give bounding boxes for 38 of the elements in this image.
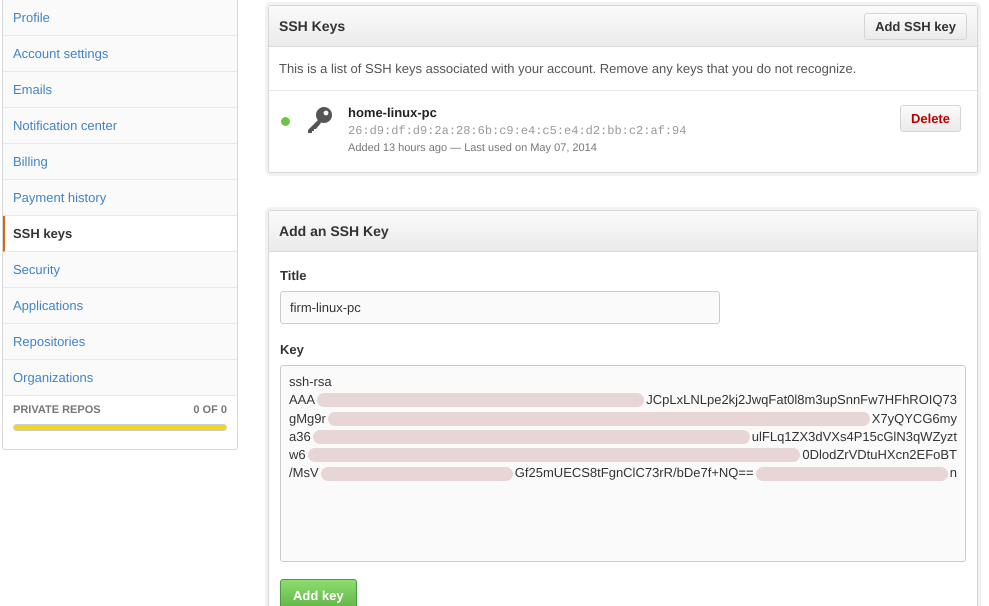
sidebar-item[interactable]: Profile bbox=[3, 0, 237, 36]
sidebar-item[interactable]: Billing bbox=[3, 144, 237, 180]
title-label: Title bbox=[280, 268, 308, 283]
private-repos-count: 0 OF 0 bbox=[193, 404, 227, 416]
key-name: home-linux-pc bbox=[348, 105, 438, 120]
sidebar-item[interactable]: Notification center bbox=[3, 108, 237, 144]
sidebar-item[interactable]: SSH keys bbox=[3, 216, 237, 252]
sidebar-item[interactable]: Emails bbox=[3, 72, 237, 108]
key-text: AAA bbox=[289, 391, 316, 410]
key-text: X7yQYCG6my bbox=[872, 410, 957, 428]
key-text: JCpLxLNLpe2kj2JwqFat0l8m3upSnnFw7HFhROIQ73 bbox=[646, 391, 957, 410]
key-text: n bbox=[950, 464, 957, 482]
add-ssh-key-button[interactable]: Add SSH key bbox=[864, 12, 967, 40]
key-field[interactable]: ssh-rsa AAA JCpLxLNLpe2kj2JwqFat0l8m3upSnnFw7HFhROIQ73 gMg9r X7yQYCG6my a36 ulFLq1ZX3dVXs4P15cGlN3qWZyzt w6 0DlodZrVDtuHXcn2EFoBT /MsV Gf25mUECS8tFgnClC73rR/bDe7f+NQ== n bbox=[280, 365, 966, 562]
key-fingerprint: 26:d9:df:d9:2a:28:6b:c9:e4:c5:e4:d2:bb:c2:af:94 bbox=[348, 124, 688, 138]
sidebar-item[interactable]: Applications bbox=[3, 288, 237, 324]
title-field[interactable]: firm-linux-pc bbox=[280, 291, 720, 324]
sidebar-item[interactable]: Payment history bbox=[3, 180, 237, 216]
key-text: ssh-rsa bbox=[289, 373, 332, 391]
sidebar-item[interactable]: Repositories bbox=[3, 324, 237, 360]
delete-button[interactable]: Delete bbox=[900, 105, 961, 132]
key-meta: Added 13 hours ago — Last used on May 07, 2014 bbox=[348, 142, 598, 154]
key-text: /MsV bbox=[289, 464, 319, 482]
key-label: Key bbox=[280, 342, 305, 357]
sidebar-item[interactable]: Account settings bbox=[3, 36, 237, 72]
panel-description: This is a list of SSH keys associated with your account. Remove any keys that you do not recognize. bbox=[269, 47, 977, 91]
private-repos-label: PRIVATE REPOS bbox=[13, 404, 101, 416]
panel-title: SSH Keys bbox=[279, 18, 346, 34]
key-text: gMg9r bbox=[289, 410, 326, 428]
key-text: 0DlodZrVDtuHXcn2EFoBT bbox=[802, 446, 957, 464]
key-text: ulFLq1ZX3dVXs4P15cGlN3qWZyzt bbox=[752, 428, 957, 446]
key-text: w6 bbox=[289, 446, 306, 464]
sidebar-item[interactable]: Organizations bbox=[3, 360, 237, 396]
sidebar-item[interactable]: Security bbox=[3, 252, 237, 288]
key-text: a36 bbox=[289, 428, 311, 446]
key-text: Gf25mUECS8tFgnClC73rR/bDe7f+NQ== bbox=[514, 464, 754, 482]
add-key-button[interactable]: Add key bbox=[280, 579, 357, 606]
panel-title: Add an SSH Key bbox=[279, 223, 389, 239]
